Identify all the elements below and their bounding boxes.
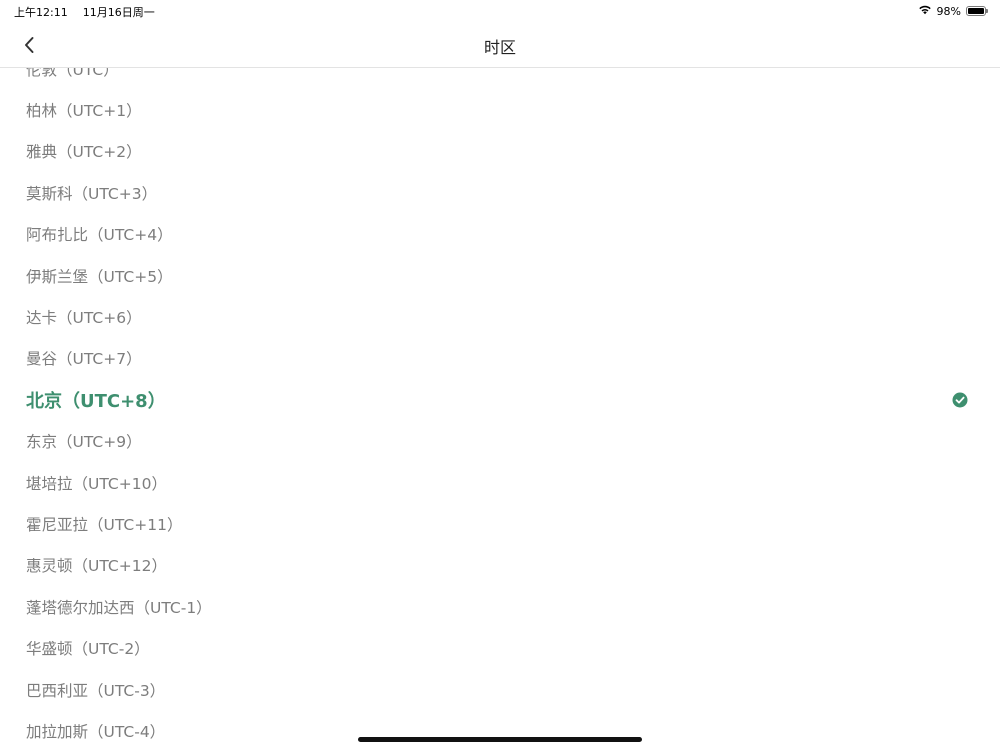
timezone-label: 东京（UTC+9） xyxy=(26,433,142,452)
timezone-label: 惠灵顿（UTC+12） xyxy=(26,557,167,576)
timezone-label: 巴西利亚（UTC-3） xyxy=(26,681,166,700)
timezone-item[interactable]: 蓬塔德尔加达西（UTC-1） xyxy=(0,586,1000,627)
timezone-item[interactable]: 达卡（UTC+6） xyxy=(0,296,1000,337)
wifi-icon xyxy=(918,4,932,18)
timezone-label: 阿布扎比（UTC+4） xyxy=(26,226,173,245)
status-time-text: 上午12:11 xyxy=(14,6,68,19)
timezone-item[interactable]: 惠灵顿（UTC+12） xyxy=(0,545,1000,586)
timezone-item[interactable]: 柏林（UTC+1） xyxy=(0,89,1000,130)
timezone-label: 伊斯兰堡（UTC+5） xyxy=(26,267,173,286)
timezone-item[interactable]: 伊斯兰堡（UTC+5） xyxy=(0,255,1000,296)
timezone-list: 伦敦（UTC） 柏林（UTC+1） 雅典（UTC+2） 莫斯科（UTC+3） 阿布扎比（… xyxy=(0,48,1000,750)
battery-percent: 98% xyxy=(936,4,961,18)
timezone-label: 蓬塔德尔加达西（UTC-1） xyxy=(26,598,212,617)
timezone-label: 柏林（UTC+1） xyxy=(26,102,142,121)
timezone-label: 雅典（UTC+2） xyxy=(26,143,142,162)
timezone-item-selected[interactable]: 北京（UTC+8） xyxy=(0,379,1000,420)
timezone-label: 莫斯科（UTC+3） xyxy=(26,184,158,203)
battery-cap xyxy=(986,9,988,13)
status-right: 98% xyxy=(918,4,988,18)
timezone-item[interactable]: 莫斯科（UTC+3） xyxy=(0,172,1000,213)
checkmark-circle-icon xyxy=(952,392,968,408)
page-title: 时区 xyxy=(483,38,516,57)
timezone-item[interactable]: 加拉加斯（UTC-4） xyxy=(0,710,1000,750)
battery-icon xyxy=(966,6,988,16)
screen: 上午12:11 11月16日周一 98% 时区 伦敦（UTC） 柏林（UTC+1… xyxy=(0,0,1000,750)
status-bar: 上午12:11 11月16日周一 98% xyxy=(0,0,1000,22)
timezone-label: 堪培拉（UTC+10） xyxy=(26,474,167,493)
home-indicator[interactable] xyxy=(358,737,642,742)
status-time: 上午12:11 11月16日周一 xyxy=(14,4,155,20)
timezone-label: 曼谷（UTC+7） xyxy=(26,350,142,369)
timezone-item[interactable]: 巴西利亚（UTC-3） xyxy=(0,669,1000,710)
timezone-item[interactable]: 阿布扎比（UTC+4） xyxy=(0,214,1000,255)
timezone-label: 霍尼亚拉（UTC+11） xyxy=(26,515,183,534)
timezone-label: 加拉加斯（UTC-4） xyxy=(26,722,166,741)
timezone-item[interactable]: 东京（UTC+9） xyxy=(0,421,1000,462)
timezone-label: 华盛顿（UTC-2） xyxy=(26,640,150,659)
timezone-item[interactable]: 曼谷（UTC+7） xyxy=(0,338,1000,379)
timezone-item[interactable]: 雅典（UTC+2） xyxy=(0,131,1000,172)
timezone-item[interactable]: 霍尼亚拉（UTC+11） xyxy=(0,503,1000,544)
timezone-label: 北京（UTC+8） xyxy=(26,390,166,412)
nav-bar: 时区 xyxy=(0,22,1000,68)
timezone-label: 达卡（UTC+6） xyxy=(26,309,142,328)
timezone-item[interactable]: 华盛顿（UTC-2） xyxy=(0,627,1000,668)
battery-fill xyxy=(968,8,984,14)
status-date-text: 11月16日周一 xyxy=(82,6,155,19)
timezone-item[interactable]: 堪培拉（UTC+10） xyxy=(0,462,1000,503)
